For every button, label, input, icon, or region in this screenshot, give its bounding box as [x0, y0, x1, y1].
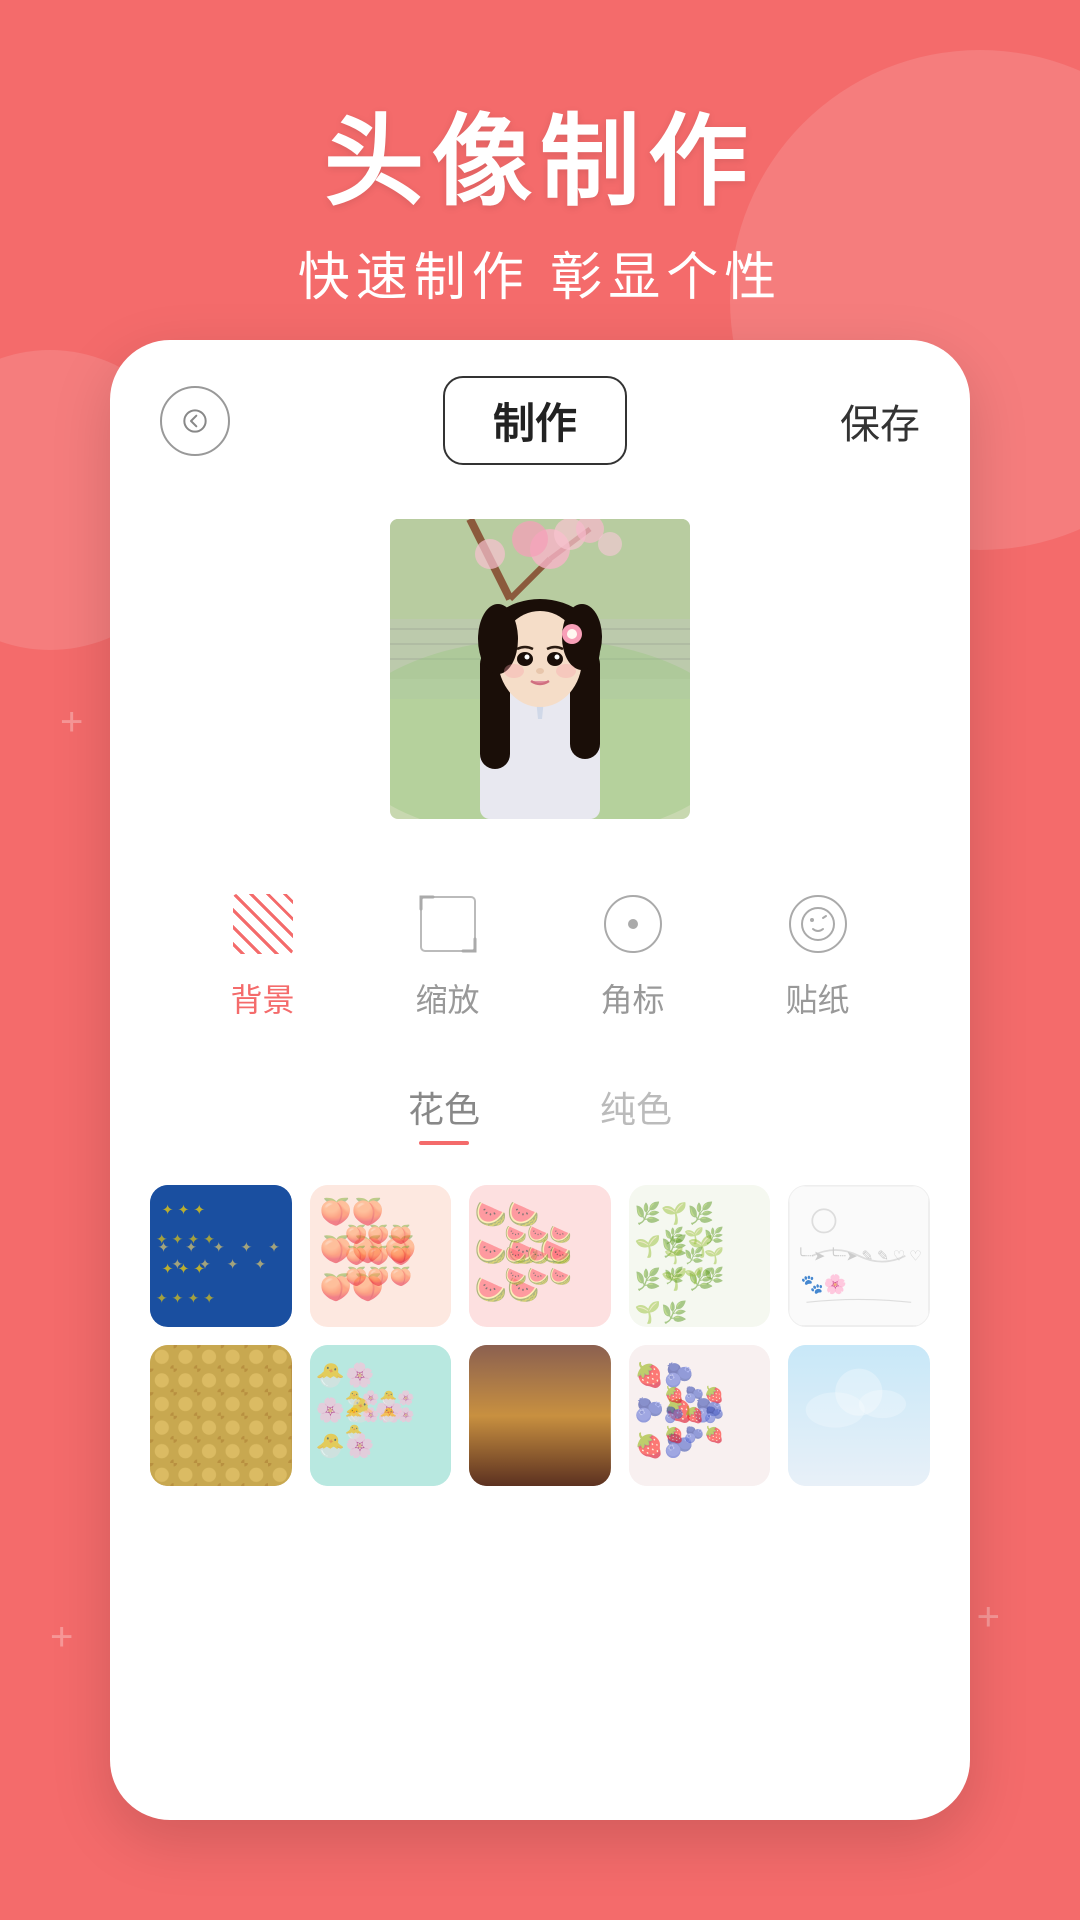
svg-text:🐣🌸: 🐣🌸	[315, 1431, 374, 1459]
tool-badge-label: 角标	[600, 975, 664, 1021]
svg-text:🍑🍑: 🍑🍑	[319, 1272, 384, 1302]
tools-row: 背景 缩放 角标	[110, 859, 970, 1051]
bg-thumb-botanical[interactable]: 🌿🌱🌿 🌱🌿🌱 🌿🌱🌿 🌱🌿	[629, 1185, 771, 1327]
save-button[interactable]: 保存	[840, 392, 920, 450]
svg-text:✦ ✦ ✦ ✦: ✦ ✦ ✦ ✦	[156, 1231, 215, 1247]
tab-pattern-underline	[419, 1141, 469, 1145]
svg-text:🌱🌿: 🌱🌿	[635, 1300, 688, 1325]
photo-area	[110, 519, 970, 819]
svg-text:🐾🌸: 🐾🌸	[801, 1274, 847, 1296]
tab-solid-label: 纯色	[600, 1081, 672, 1133]
deco-plus-1: +	[60, 700, 83, 745]
phone-topbar: 制作 保存	[110, 340, 970, 489]
tool-badge[interactable]: 角标	[598, 889, 668, 1021]
tool-sticker[interactable]: 贴纸	[783, 889, 853, 1021]
tool-zoom-label: 缩放	[415, 975, 479, 1021]
phone-mockup: 制作 保存	[110, 340, 970, 1820]
tab-row: 花色 纯色	[110, 1081, 970, 1145]
bg-thumb-gold-pattern[interactable]	[150, 1345, 292, 1487]
photo-frame	[390, 519, 690, 819]
svg-text:✦ ✦ ✦ ✦: ✦ ✦ ✦ ✦	[156, 1290, 215, 1306]
zoom-icon	[419, 895, 477, 953]
tool-zoom[interactable]: 缩放	[413, 889, 483, 1021]
svg-text:🌸🐣🌸: 🌸🐣🌸	[315, 1396, 403, 1424]
bg-thumb-mint-cute[interactable]: 🐣🌸 🌸🐣🌸 🐣🌸	[310, 1345, 452, 1487]
svg-text:🌱🌿🌱: 🌱🌿🌱	[635, 1233, 714, 1258]
back-icon	[179, 405, 211, 437]
deco-plus-3: +	[50, 1615, 73, 1660]
svg-text:✦ ✦ ✦: ✦ ✦ ✦	[162, 1201, 206, 1217]
bg-thumb-sky-gradient[interactable]	[788, 1345, 930, 1487]
smiley-icon	[789, 895, 847, 953]
tab-pattern-label: 花色	[408, 1081, 480, 1133]
header-subtitle: 快速制作 彰显个性	[0, 235, 1080, 310]
svg-text:🫐🍓🫐: 🫐🍓🫐	[635, 1396, 723, 1424]
tool-background-label: 背景	[230, 975, 294, 1021]
header-area: 头像制作 快速制作 彰显个性	[0, 80, 1080, 310]
svg-text:🍉🍉: 🍉🍉	[475, 1199, 540, 1229]
circle-icon	[604, 895, 662, 953]
title-box: 制作	[443, 376, 627, 465]
tool-sticker-label: 贴纸	[785, 975, 849, 1021]
background-grid: ✦ ✦ ✦ ✦ ✦ ✦ ✦ ✦ ✦ ✦ ✦ ✦ ✦ ✦ 🍑🍑 🍑🍑🍑 🍑🍑 🍉🍉…	[110, 1155, 970, 1516]
back-button[interactable]	[160, 386, 230, 456]
bg-thumb-berry[interactable]: 🍓🫐 🫐🍓🫐 🍓🫐	[629, 1345, 771, 1487]
bg-thumb-peach[interactable]: 🍑🍑 🍑🍑🍑 🍑🍑	[310, 1185, 452, 1327]
svg-text:🌿🌱🌿: 🌿🌱🌿	[635, 1266, 714, 1291]
photo-preview	[390, 519, 690, 819]
bg-thumb-blue-stars[interactable]: ✦ ✦ ✦ ✦ ✦ ✦ ✦ ✦ ✦ ✦ ✦ ✦ ✦ ✦	[150, 1185, 292, 1327]
hatch-icon	[233, 894, 293, 954]
svg-text:✦ ✦ ✦: ✦ ✦ ✦	[162, 1260, 206, 1276]
tab-solid[interactable]: 纯色	[600, 1081, 672, 1145]
svg-text:🐣🌸: 🐣🌸	[315, 1360, 374, 1388]
deco-plus-2: +	[977, 1595, 1000, 1640]
svg-text:🌿🌱🌿: 🌿🌱🌿	[635, 1200, 714, 1225]
tool-background[interactable]: 背景	[228, 889, 298, 1021]
header-title: 头像制作	[0, 80, 1080, 225]
tab-pattern[interactable]: 花色	[408, 1081, 480, 1145]
bg-thumb-watermelon[interactable]: 🍉🍉 🍉🍉🍉 🍉🍉	[469, 1185, 611, 1327]
circle-dot	[628, 919, 638, 929]
svg-text:🍑🍑: 🍑🍑	[319, 1196, 384, 1226]
bg-thumb-doodle[interactable]: 🐾🌸	[788, 1185, 930, 1327]
smiley-face-icon	[800, 906, 836, 942]
svg-text:🍉🍉: 🍉🍉	[475, 1274, 540, 1304]
bg-thumb-brown-gradient[interactable]	[469, 1345, 611, 1487]
svg-text:🍓🫐: 🍓🫐	[635, 1360, 694, 1388]
svg-text:🍓🫐: 🍓🫐	[635, 1431, 694, 1459]
svg-text:🍑🍑🍑: 🍑🍑🍑	[319, 1234, 416, 1264]
svg-text:🍉🍉🍉: 🍉🍉🍉	[475, 1237, 572, 1267]
